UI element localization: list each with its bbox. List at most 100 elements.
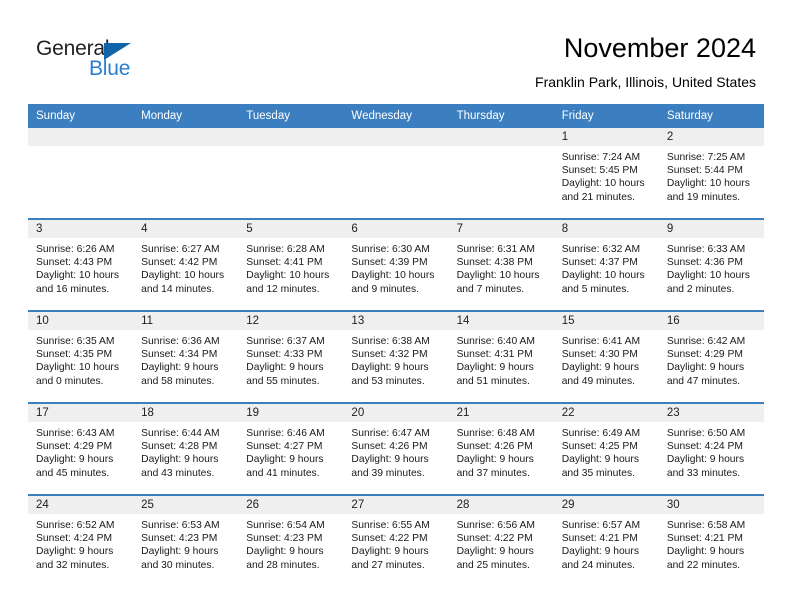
day-number: 23 (658, 404, 764, 422)
day-details: Sunrise: 6:26 AM Sunset: 4:43 PM Daylight:… (28, 238, 133, 296)
calendar-day-cell[interactable]: 22 Sunrise: 6:49 AM Sunset: 4:25 PM Dayligh… (553, 402, 659, 495)
sunrise-text: Sunrise: 6:36 AM (141, 336, 220, 347)
day-cell-inner: 24 Sunrise: 6:52 AM Sunset: 4:24 PM Dayligh… (28, 496, 134, 586)
day-number (238, 128, 344, 146)
day-number: 2 (658, 128, 764, 146)
calendar-day-cell[interactable]: 9 Sunrise: 6:33 AM Sunset: 4:36 PM Daylight… (658, 218, 764, 311)
calendar-day-cell[interactable]: 12 Sunrise: 6:37 AM Sunset: 4:33 PM Dayligh… (238, 310, 344, 403)
day-cell-inner: 4 Sunrise: 6:27 AM Sunset: 4:42 PM Daylight… (133, 220, 239, 310)
sunset-text: Sunset: 4:33 PM (246, 349, 323, 361)
day-details: Sunrise: 6:44 AM Sunset: 4:28 PM Daylight:… (133, 422, 238, 480)
daylight-text: Daylight: 9 hours and 37 minutes. (456, 454, 534, 479)
sunrise-text: Sunrise: 6:58 AM (666, 520, 746, 531)
calendar-body: 1 Sunrise: 7:24 AM Sunset: 5:45 PM Daylight… (28, 128, 764, 586)
daylight-text: Daylight: 10 hours and 5 minutes. (561, 270, 645, 295)
sunrise-text: Sunrise: 6:41 AM (561, 336, 641, 347)
sunset-text: Sunset: 4:42 PM (141, 257, 218, 269)
day-details: Sunrise: 6:43 AM Sunset: 4:29 PM Daylight:… (28, 422, 133, 480)
sunset-text: Sunset: 4:22 PM (456, 533, 533, 545)
sunset-text: Sunset: 4:23 PM (246, 533, 323, 545)
sunrise-text: Sunrise: 6:55 AM (351, 520, 430, 531)
sunrise-text: Sunrise: 6:56 AM (456, 520, 535, 531)
day-cell-inner: 14 Sunrise: 6:40 AM Sunset: 4:31 PM Dayligh… (448, 312, 554, 402)
weekday-header-wednesday: Wednesday (343, 104, 449, 128)
day-details: Sunrise: 6:48 AM Sunset: 4:26 PM Daylight:… (449, 422, 554, 480)
day-cell-inner: 26 Sunrise: 6:54 AM Sunset: 4:23 PM Dayligh… (238, 496, 344, 586)
day-number: 21 (448, 404, 554, 422)
calendar-week-row: 17 Sunrise: 6:43 AM Sunset: 4:29 PM Dayligh… (28, 402, 764, 495)
day-details: Sunrise: 6:35 AM Sunset: 4:35 PM Daylight:… (28, 330, 133, 388)
calendar-day-cell[interactable]: 26 Sunrise: 6:54 AM Sunset: 4:23 PM Dayligh… (238, 494, 344, 586)
day-details: Sunrise: 7:25 AM Sunset: 5:44 PM Daylight:… (659, 146, 764, 204)
calendar-day-cell[interactable]: 24 Sunrise: 6:52 AM Sunset: 4:24 PM Dayligh… (28, 494, 134, 586)
calendar-day-cell[interactable]: 7 Sunrise: 6:31 AM Sunset: 4:38 PM Daylight… (448, 218, 554, 311)
weekday-header-friday: Friday (553, 104, 659, 128)
day-cell-inner: 27 Sunrise: 6:55 AM Sunset: 4:22 PM Dayligh… (343, 496, 449, 586)
day-details: Sunrise: 6:30 AM Sunset: 4:39 PM Daylight:… (343, 238, 448, 296)
day-cell-inner: 5 Sunrise: 6:28 AM Sunset: 4:41 PM Daylight… (238, 220, 344, 310)
day-cell-inner: 30 Sunrise: 6:58 AM Sunset: 4:21 PM Dayligh… (658, 496, 764, 586)
general-blue-logo[interactable]: General Blue (36, 38, 196, 84)
sunrise-text: Sunrise: 6:50 AM (666, 428, 746, 439)
day-number: 18 (133, 404, 239, 422)
weekday-header-saturday: Saturday (658, 104, 764, 128)
day-details: Sunrise: 6:38 AM Sunset: 4:32 PM Daylight:… (343, 330, 448, 388)
calendar-day-cell[interactable]: 21 Sunrise: 6:48 AM Sunset: 4:26 PM Dayligh… (448, 402, 554, 495)
weekday-header-row: Sunday Monday Tuesday Wednesday Thursday… (28, 104, 764, 128)
day-number: 20 (343, 404, 449, 422)
calendar-day-cell[interactable]: 2 Sunrise: 7:25 AM Sunset: 5:44 PM Daylight… (658, 128, 764, 219)
calendar-day-cell[interactable]: 13 Sunrise: 6:38 AM Sunset: 4:32 PM Dayligh… (343, 310, 449, 403)
daylight-text: Daylight: 9 hours and 43 minutes. (141, 454, 219, 479)
calendar-day-cell[interactable]: 19 Sunrise: 6:46 AM Sunset: 4:27 PM Dayligh… (238, 402, 344, 495)
sunrise-text: Sunrise: 6:33 AM (666, 244, 746, 255)
calendar-day-cell[interactable]: 23 Sunrise: 6:50 AM Sunset: 4:24 PM Dayligh… (658, 402, 764, 495)
sunrise-text: Sunrise: 6:43 AM (36, 428, 115, 439)
day-number: 1 (553, 128, 659, 146)
calendar-day-cell[interactable]: 5 Sunrise: 6:28 AM Sunset: 4:41 PM Daylight… (238, 218, 344, 311)
day-cell-inner (238, 128, 344, 218)
day-details: Sunrise: 6:41 AM Sunset: 4:30 PM Daylight:… (554, 330, 659, 388)
calendar-day-cell[interactable]: 11 Sunrise: 6:36 AM Sunset: 4:34 PM Dayligh… (133, 310, 239, 403)
calendar-empty-cell (133, 128, 239, 219)
calendar-day-cell[interactable]: 8 Sunrise: 6:32 AM Sunset: 4:37 PM Daylight… (553, 218, 659, 311)
day-details: Sunrise: 6:33 AM Sunset: 4:36 PM Daylight:… (659, 238, 764, 296)
day-number: 17 (28, 404, 134, 422)
sunrise-text: Sunrise: 6:46 AM (246, 428, 325, 439)
day-cell-inner: 2 Sunrise: 7:25 AM Sunset: 5:44 PM Daylight… (658, 128, 764, 218)
daylight-text: Daylight: 9 hours and 28 minutes. (246, 546, 324, 571)
calendar-day-cell[interactable]: 15 Sunrise: 6:41 AM Sunset: 4:30 PM Dayligh… (553, 310, 659, 403)
calendar-day-cell[interactable]: 29 Sunrise: 6:57 AM Sunset: 4:21 PM Dayligh… (553, 494, 659, 586)
calendar-day-cell[interactable]: 16 Sunrise: 6:42 AM Sunset: 4:29 PM Dayligh… (658, 310, 764, 403)
day-number: 11 (133, 312, 239, 330)
calendar-day-cell[interactable]: 18 Sunrise: 6:44 AM Sunset: 4:28 PM Dayligh… (133, 402, 239, 495)
day-details: Sunrise: 6:53 AM Sunset: 4:23 PM Daylight:… (133, 514, 238, 572)
day-cell-inner: 9 Sunrise: 6:33 AM Sunset: 4:36 PM Daylight… (658, 220, 764, 310)
sunset-text: Sunset: 4:36 PM (666, 257, 743, 269)
calendar-day-cell[interactable]: 27 Sunrise: 6:55 AM Sunset: 4:22 PM Dayligh… (343, 494, 449, 586)
calendar-header: Sunday Monday Tuesday Wednesday Thursday… (28, 104, 764, 128)
calendar-day-cell[interactable]: 1 Sunrise: 7:24 AM Sunset: 5:45 PM Daylight… (553, 128, 659, 219)
calendar-day-cell[interactable]: 17 Sunrise: 6:43 AM Sunset: 4:29 PM Dayligh… (28, 402, 134, 495)
day-details: Sunrise: 6:37 AM Sunset: 4:33 PM Daylight:… (238, 330, 343, 388)
day-details: Sunrise: 6:52 AM Sunset: 4:24 PM Daylight:… (28, 514, 133, 572)
day-number: 4 (133, 220, 239, 238)
calendar-day-cell[interactable]: 30 Sunrise: 6:58 AM Sunset: 4:21 PM Dayligh… (658, 494, 764, 586)
day-number: 25 (133, 496, 239, 514)
day-cell-inner: 18 Sunrise: 6:44 AM Sunset: 4:28 PM Dayligh… (133, 404, 239, 494)
daylight-text: Daylight: 10 hours and 21 minutes. (561, 178, 645, 203)
day-cell-inner (448, 128, 554, 218)
calendar-day-cell[interactable]: 25 Sunrise: 6:53 AM Sunset: 4:23 PM Dayligh… (133, 494, 239, 586)
day-number: 12 (238, 312, 344, 330)
sunrise-text: Sunrise: 6:53 AM (141, 520, 220, 531)
sunrise-text: Sunrise: 6:49 AM (561, 428, 641, 439)
calendar-day-cell[interactable]: 14 Sunrise: 6:40 AM Sunset: 4:31 PM Dayligh… (448, 310, 554, 403)
sunrise-text: Sunrise: 6:32 AM (561, 244, 641, 255)
calendar-day-cell[interactable]: 10 Sunrise: 6:35 AM Sunset: 4:35 PM Dayligh… (28, 310, 134, 403)
calendar-day-cell[interactable]: 20 Sunrise: 6:47 AM Sunset: 4:26 PM Dayligh… (343, 402, 449, 495)
calendar-day-cell[interactable]: 28 Sunrise: 6:56 AM Sunset: 4:22 PM Dayligh… (448, 494, 554, 586)
calendar-day-cell[interactable]: 3 Sunrise: 6:26 AM Sunset: 4:43 PM Daylight… (28, 218, 134, 311)
sunrise-text: Sunrise: 6:38 AM (351, 336, 430, 347)
calendar-day-cell[interactable]: 6 Sunrise: 6:30 AM Sunset: 4:39 PM Daylight… (343, 218, 449, 311)
daylight-text: Daylight: 9 hours and 39 minutes. (351, 454, 429, 479)
calendar-day-cell[interactable]: 4 Sunrise: 6:27 AM Sunset: 4:42 PM Daylight… (133, 218, 239, 311)
